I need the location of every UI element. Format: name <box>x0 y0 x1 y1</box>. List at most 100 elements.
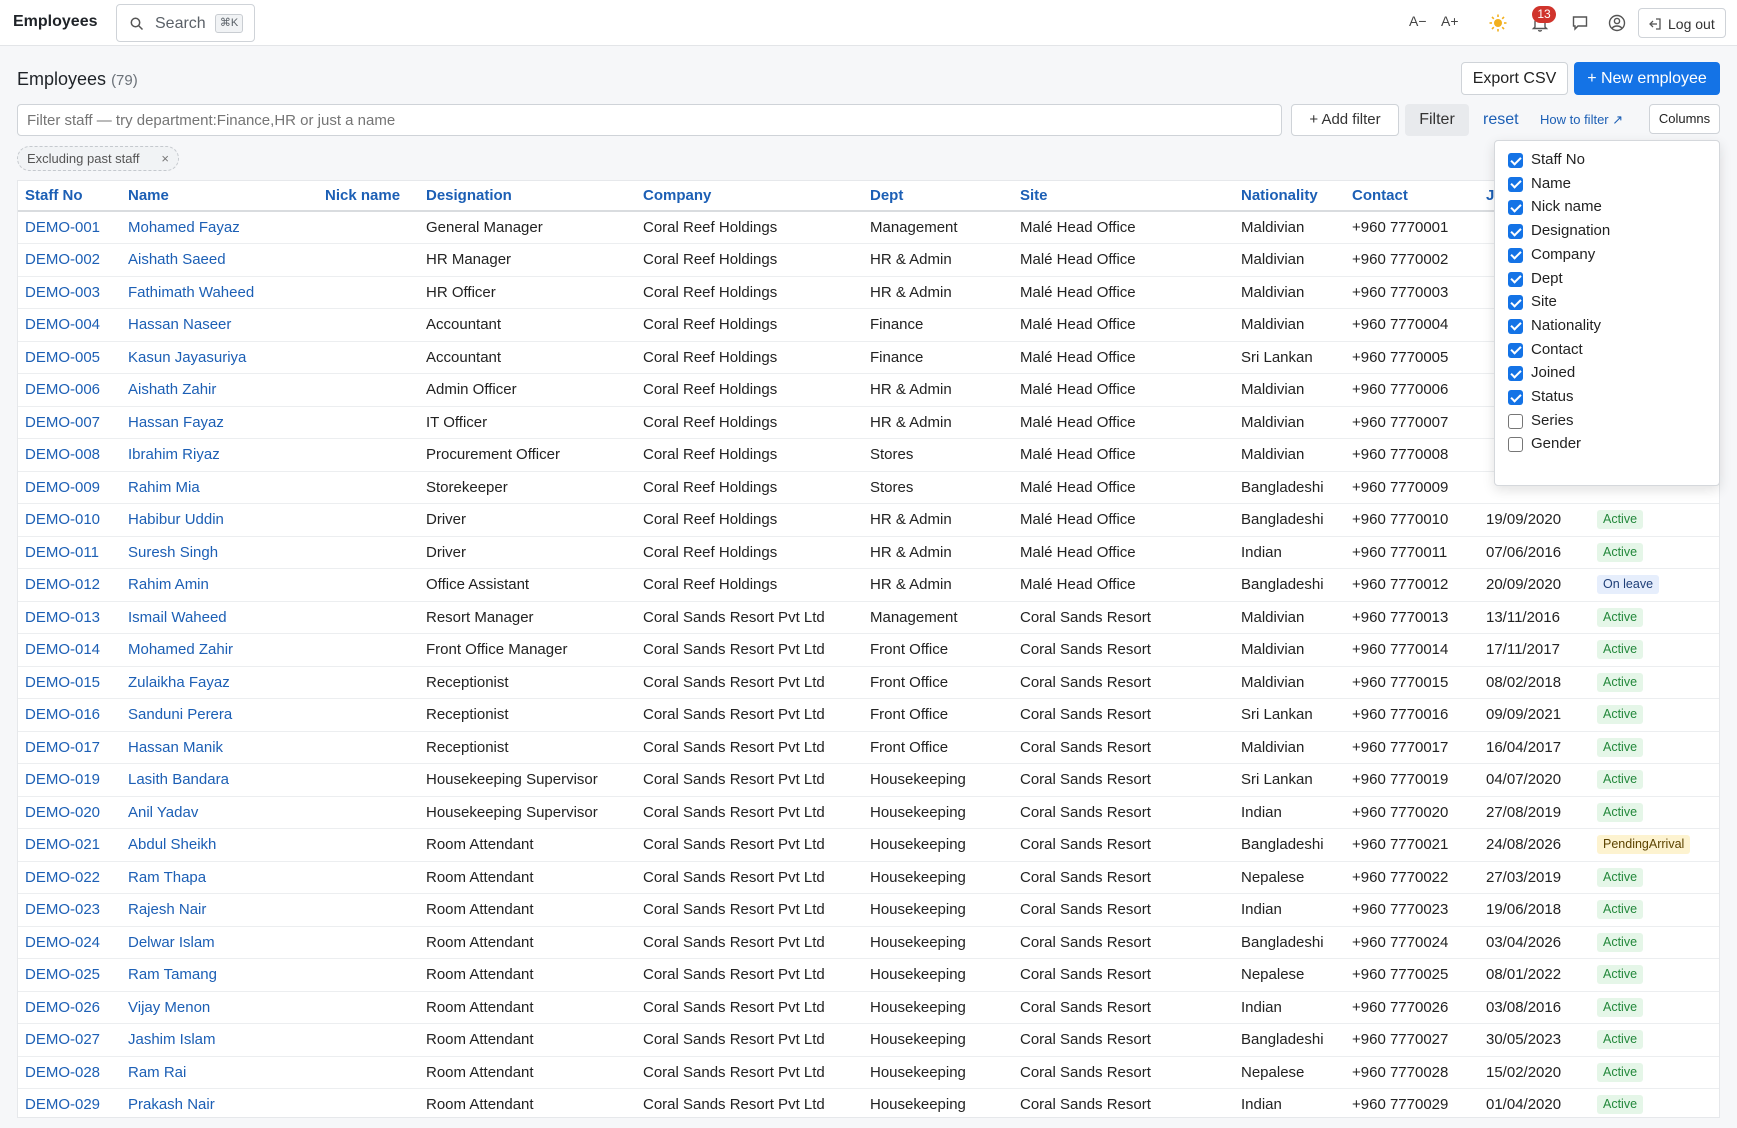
column-header-nick-name[interactable]: Nick name <box>318 181 419 212</box>
table-row[interactable]: DEMO-001 Mohamed Fayaz General Manager Cora… <box>18 211 1719 244</box>
chip-remove-icon[interactable]: × <box>161 147 169 170</box>
employee-name-link[interactable]: Delwar Islam <box>121 926 318 959</box>
reset-link[interactable]: reset <box>1483 111 1519 129</box>
column-checkbox[interactable] <box>1508 366 1523 382</box>
employee-name-link[interactable]: Hassan Fayaz <box>121 406 318 439</box>
employee-name-link[interactable]: Fathimath Waheed <box>121 276 318 309</box>
column-toggle-nationality[interactable]: Nationality <box>1508 315 1708 337</box>
column-header-designation[interactable]: Designation <box>419 181 636 212</box>
table-row[interactable]: DEMO-012 Rahim Amin Office Assistant Coral … <box>18 568 1719 602</box>
how-to-filter-link[interactable]: How to filter ↗ <box>1540 112 1623 128</box>
employee-name-link[interactable]: Jashim Islam <box>121 1023 318 1057</box>
table-row[interactable]: DEMO-009 Rahim Mia Storekeeper Coral Reef H… <box>18 471 1719 504</box>
column-header-contact[interactable]: Contact <box>1345 181 1479 212</box>
table-row[interactable]: DEMO-021 Abdul Sheikh Room Attendant Coral … <box>18 828 1719 862</box>
table-row[interactable]: DEMO-028 Ram Rai Room Attendant Coral Sands… <box>18 1056 1719 1089</box>
column-checkbox[interactable] <box>1508 342 1523 358</box>
staff-no-link[interactable]: DEMO-020 <box>18 796 121 829</box>
staff-no-link[interactable]: DEMO-015 <box>18 666 121 699</box>
column-checkbox[interactable] <box>1508 176 1523 192</box>
table-row[interactable]: DEMO-005 Kasun Jayasuriya Accountant Coral … <box>18 341 1719 374</box>
table-row[interactable]: DEMO-024 Delwar Islam Room Attendant Coral … <box>18 926 1719 959</box>
staff-no-link[interactable]: DEMO-007 <box>18 406 121 439</box>
employee-name-link[interactable]: Ram Thapa <box>121 861 318 894</box>
column-toggle-staff-no[interactable]: Staff No <box>1508 149 1708 171</box>
column-toggle-designation[interactable]: Designation <box>1508 220 1708 242</box>
staff-no-link[interactable]: DEMO-004 <box>18 308 121 342</box>
staff-no-link[interactable]: DEMO-017 <box>18 731 121 764</box>
staff-no-link[interactable]: DEMO-005 <box>18 341 121 374</box>
font-increase-button[interactable]: A+ <box>1441 13 1459 29</box>
column-header-site[interactable]: Site <box>1013 181 1234 212</box>
staff-no-link[interactable]: DEMO-022 <box>18 861 121 894</box>
theme-sun-icon[interactable] <box>1488 13 1508 33</box>
column-header-company[interactable]: Company <box>636 181 863 212</box>
table-row[interactable]: DEMO-008 Ibrahim Riyaz Procurement Officer… <box>18 438 1719 472</box>
column-checkbox[interactable] <box>1508 153 1523 168</box>
table-row[interactable]: DEMO-015 Zulaikha Fayaz Receptionist Coral … <box>18 666 1719 699</box>
column-header-name[interactable]: Name <box>121 181 318 212</box>
employee-name-link[interactable]: Lasith Bandara <box>121 763 318 797</box>
table-row[interactable]: DEMO-019 Lasith Bandara Housekeeping Super… <box>18 763 1719 797</box>
column-header-nationality[interactable]: Nationality <box>1234 181 1345 212</box>
table-row[interactable]: DEMO-016 Sanduni Perera Receptionist Coral … <box>18 698 1719 732</box>
staff-no-link[interactable]: DEMO-023 <box>18 893 121 927</box>
employee-name-link[interactable]: Suresh Singh <box>121 536 318 569</box>
column-checkbox[interactable] <box>1508 413 1523 429</box>
column-toggle-series[interactable]: Series <box>1508 410 1708 432</box>
column-checkbox[interactable] <box>1508 295 1523 311</box>
table-row[interactable]: DEMO-029 Prakash Nair Room Attendant Coral … <box>18 1088 1719 1117</box>
new-employee-button[interactable]: + New employee <box>1574 62 1720 95</box>
column-checkbox[interactable] <box>1508 437 1523 453</box>
staff-no-link[interactable]: DEMO-028 <box>18 1056 121 1089</box>
font-decrease-button[interactable]: A− <box>1409 13 1427 29</box>
employee-name-link[interactable]: Anil Yadav <box>121 796 318 829</box>
column-checkbox[interactable] <box>1508 224 1523 240</box>
employee-name-link[interactable]: Ibrahim Riyaz <box>121 438 318 472</box>
table-row[interactable]: DEMO-002 Aishath Saeed HR Manager Coral Ree… <box>18 243 1719 277</box>
staff-no-link[interactable]: DEMO-002 <box>18 243 121 277</box>
employee-name-link[interactable]: Abdul Sheikh <box>121 828 318 862</box>
column-toggle-company[interactable]: Company <box>1508 244 1708 266</box>
app-title[interactable]: Employees <box>13 13 97 31</box>
table-row[interactable]: DEMO-027 Jashim Islam Room Attendant Coral … <box>18 1023 1719 1057</box>
export-csv-button[interactable]: Export CSV <box>1461 62 1568 95</box>
column-checkbox[interactable] <box>1508 271 1523 287</box>
filter-input[interactable] <box>17 104 1282 136</box>
chat-icon[interactable] <box>1570 13 1590 33</box>
column-toggle-nick-name[interactable]: Nick name <box>1508 196 1708 218</box>
column-checkbox[interactable] <box>1508 200 1523 216</box>
column-toggle-gender[interactable]: Gender <box>1508 433 1708 455</box>
column-checkbox[interactable] <box>1508 318 1523 334</box>
table-row[interactable]: DEMO-011 Suresh Singh Driver Coral Reef Hol… <box>18 536 1719 569</box>
table-row[interactable]: DEMO-007 Hassan Fayaz IT Officer Coral Reef… <box>18 406 1719 439</box>
staff-no-link[interactable]: DEMO-025 <box>18 958 121 992</box>
column-toggle-status[interactable]: Status <box>1508 386 1708 408</box>
staff-no-link[interactable]: DEMO-001 <box>18 211 121 244</box>
add-filter-button[interactable]: + Add filter <box>1291 104 1399 136</box>
columns-button[interactable]: Columns <box>1649 104 1720 134</box>
column-checkbox[interactable] <box>1508 247 1523 263</box>
staff-no-link[interactable]: DEMO-024 <box>18 926 121 959</box>
column-toggle-name[interactable]: Name <box>1508 173 1708 195</box>
employee-name-link[interactable]: Rahim Mia <box>121 471 318 504</box>
staff-no-link[interactable]: DEMO-027 <box>18 1023 121 1057</box>
employee-name-link[interactable]: Sanduni Perera <box>121 698 318 732</box>
staff-no-link[interactable]: DEMO-011 <box>18 536 121 569</box>
table-row[interactable]: DEMO-023 Rajesh Nair Room Attendant Coral S… <box>18 893 1719 927</box>
column-toggle-joined[interactable]: Joined <box>1508 362 1708 384</box>
table-row[interactable]: DEMO-003 Fathimath Waheed HR Officer Coral … <box>18 276 1719 309</box>
employee-name-link[interactable]: Zulaikha Fayaz <box>121 666 318 699</box>
table-row[interactable]: DEMO-010 Habibur Uddin Driver Coral Reef Ho… <box>18 503 1719 537</box>
staff-no-link[interactable]: DEMO-010 <box>18 503 121 537</box>
column-header-dept[interactable]: Dept <box>863 181 1013 212</box>
employee-name-link[interactable]: Aishath Saeed <box>121 243 318 277</box>
staff-no-link[interactable]: DEMO-014 <box>18 633 121 667</box>
column-toggle-contact[interactable]: Contact <box>1508 339 1708 361</box>
column-toggle-dept[interactable]: Dept <box>1508 268 1708 290</box>
employee-name-link[interactable]: Mohamed Fayaz <box>121 211 318 244</box>
table-row[interactable]: DEMO-017 Hassan Manik Receptionist Coral Sa… <box>18 731 1719 764</box>
staff-no-link[interactable]: DEMO-003 <box>18 276 121 309</box>
table-row[interactable]: DEMO-006 Aishath Zahir Admin Officer Coral … <box>18 373 1719 407</box>
employee-name-link[interactable]: Rajesh Nair <box>121 893 318 927</box>
